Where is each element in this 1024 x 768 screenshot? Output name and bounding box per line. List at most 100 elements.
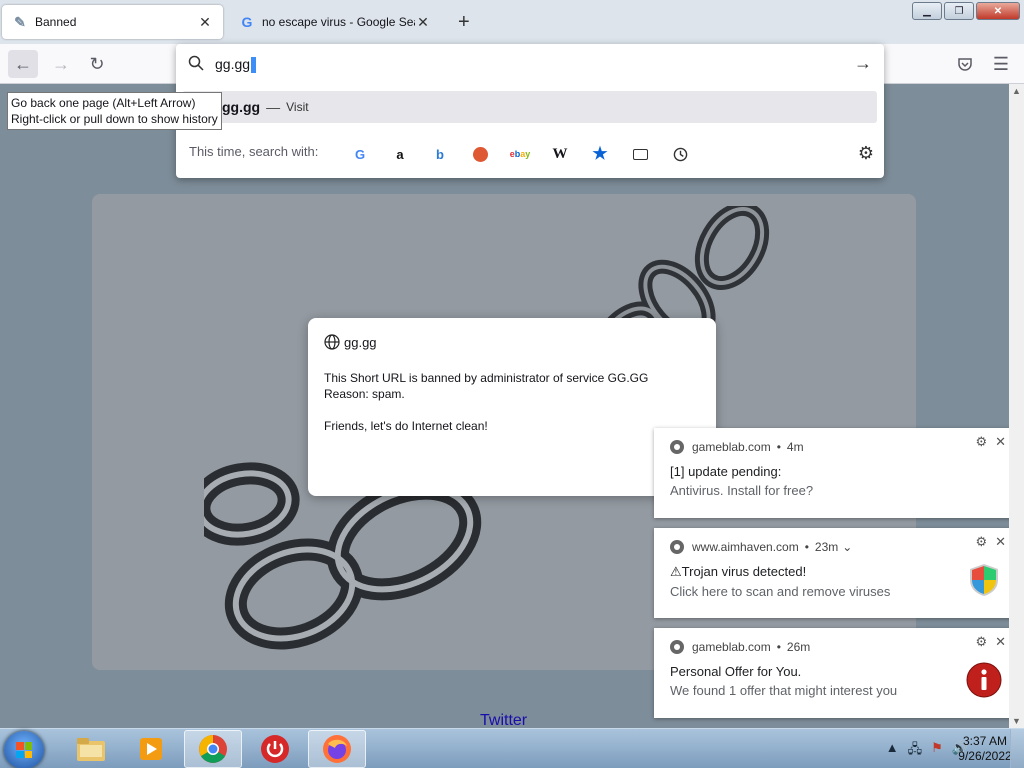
url-text: gg.gg bbox=[215, 56, 251, 72]
chevron-down-icon[interactable]: ⌄ bbox=[842, 540, 852, 554]
dialog-line-1: This Short URL is banned by administrato… bbox=[324, 371, 649, 385]
tab-title: Banned bbox=[35, 15, 77, 29]
notification-toast[interactable]: gameblab.com • 26m ⚙ ✕ Personal Offer fo… bbox=[654, 628, 1014, 718]
taskbar-chrome[interactable] bbox=[184, 730, 242, 768]
notification-toast[interactable]: www.aimhaven.com • 23m ⌄ ⚙ ✕ ⚠Trojan vir… bbox=[654, 528, 1014, 618]
dialog-origin: gg.gg bbox=[324, 334, 700, 350]
text-caret bbox=[251, 57, 257, 74]
notification-controls: ⚙ ✕ bbox=[975, 634, 1006, 650]
taskbar-media-player[interactable] bbox=[122, 730, 180, 768]
close-icon[interactable]: ✕ bbox=[995, 634, 1006, 650]
tab-close-icon[interactable]: ✕ bbox=[197, 14, 213, 31]
maximize-button[interactable]: ❐ bbox=[944, 2, 974, 20]
taskbar-firefox[interactable] bbox=[308, 730, 366, 768]
separator-dot: • bbox=[776, 640, 781, 654]
bookmarks-star-icon[interactable]: ★ bbox=[580, 142, 620, 166]
notification-body: Antivirus. Install for free? bbox=[670, 483, 814, 498]
tab-strip: ✎ Banned ✕ G no escape virus - Google Se… bbox=[0, 0, 1024, 44]
firefox-icon bbox=[323, 735, 351, 763]
notification-header: gameblab.com • 4m bbox=[670, 438, 998, 456]
tab-title: no escape virus - Google Search bbox=[262, 15, 415, 29]
urlbar[interactable]: gg.gg → bbox=[176, 44, 884, 84]
dialog-message: This Short URL is banned by administrato… bbox=[324, 370, 700, 434]
history-clock-icon[interactable] bbox=[660, 142, 700, 166]
gear-icon[interactable]: ⚙ bbox=[975, 634, 987, 650]
one-off-search-engines: G a b ebay W ★ bbox=[340, 142, 700, 166]
ebay-engine-icon[interactable]: ebay bbox=[500, 142, 540, 166]
gear-icon[interactable]: ⚙ bbox=[975, 434, 987, 450]
bing-engine-icon[interactable]: b bbox=[420, 142, 460, 166]
notification-toast[interactable]: gameblab.com • 4m ⚙ ✕ [1] update pending… bbox=[654, 428, 1014, 518]
taskbar-explorer[interactable] bbox=[62, 730, 120, 768]
power-icon bbox=[261, 735, 289, 763]
start-button[interactable] bbox=[4, 731, 44, 768]
app-menu-button[interactable]: ☰ bbox=[986, 50, 1016, 78]
forward-button[interactable]: → bbox=[46, 50, 76, 78]
amazon-engine-icon[interactable]: a bbox=[380, 142, 420, 166]
google-engine-icon[interactable]: G bbox=[340, 142, 380, 166]
url-input[interactable]: gg.gg bbox=[215, 56, 257, 74]
show-hidden-icons-icon[interactable]: ▲ bbox=[886, 740, 899, 762]
chrome-icon bbox=[670, 440, 684, 454]
tooltip-line-1: Go back one page (Alt+Left Arrow) bbox=[11, 96, 196, 110]
scroll-down-icon[interactable]: ▼ bbox=[1012, 716, 1021, 726]
dialog-line-3: Friends, let's do Internet clean! bbox=[324, 419, 488, 433]
chrome-icon bbox=[670, 540, 684, 554]
notification-time: 26m bbox=[786, 640, 811, 654]
suggestion-host: gg.gg bbox=[222, 99, 261, 115]
go-arrow-icon[interactable]: → bbox=[854, 53, 872, 74]
separator-dot: • bbox=[776, 440, 781, 454]
network-icon[interactable]: 🖧 bbox=[908, 740, 923, 762]
tabs-icon[interactable] bbox=[620, 142, 660, 166]
notification-controls: ⚙ ✕ bbox=[975, 434, 1006, 450]
dialog-line-2: Reason: spam. bbox=[324, 387, 405, 401]
window-close-button[interactable]: ✕ bbox=[976, 2, 1020, 20]
globe-icon bbox=[324, 334, 340, 350]
wikipedia-engine-icon[interactable]: W bbox=[540, 142, 580, 166]
search-with-label: This time, search with: bbox=[189, 144, 319, 159]
back-button-tooltip: Go back one page (Alt+Left Arrow) Right-… bbox=[7, 92, 222, 130]
back-button[interactable]: ← bbox=[8, 50, 38, 78]
new-tab-button[interactable]: + bbox=[458, 12, 470, 32]
window-controls: ▁ ❐ ✕ bbox=[912, 2, 1020, 20]
taskbar-power-app[interactable] bbox=[246, 730, 304, 768]
pocket-icon bbox=[958, 58, 972, 71]
notification-time: 4m bbox=[786, 440, 804, 454]
close-icon[interactable]: ✕ bbox=[995, 434, 1006, 450]
reload-button[interactable]: ↻ bbox=[82, 50, 112, 78]
notification-title: Personal Offer for You. bbox=[670, 664, 802, 679]
tab-google-search[interactable]: G no escape virus - Google Search ✕ bbox=[229, 5, 441, 39]
windows-taskbar: ▲ 🖧 ⚑ 🔊 3:37 AM 9/26/2022 bbox=[0, 728, 1024, 768]
tab-banned[interactable]: ✎ Banned ✕ bbox=[2, 5, 223, 39]
page-scrollbar[interactable]: ▲ ▼ bbox=[1009, 84, 1024, 728]
notification-controls: ⚙ ✕ bbox=[975, 534, 1006, 550]
minimize-button[interactable]: ▁ bbox=[912, 2, 942, 20]
notification-source: www.aimhaven.com bbox=[692, 540, 799, 554]
gear-icon[interactable]: ⚙ bbox=[858, 143, 874, 164]
show-desktop-button[interactable] bbox=[1010, 729, 1024, 768]
notification-time: 23m bbox=[814, 540, 839, 554]
duckduckgo-engine-icon[interactable] bbox=[460, 142, 500, 166]
suggestion-separator: — bbox=[266, 99, 281, 115]
search-icon bbox=[188, 55, 204, 76]
pocket-button[interactable] bbox=[950, 50, 980, 78]
notification-source: gameblab.com bbox=[692, 640, 771, 654]
hamburger-icon: ☰ bbox=[992, 53, 1010, 74]
tooltip-line-2: Right-click or pull down to show history bbox=[11, 112, 218, 126]
notification-header: gameblab.com • 26m bbox=[670, 638, 998, 656]
notification-body: Click here to scan and remove viruses bbox=[670, 584, 891, 599]
windows-logo-icon bbox=[16, 742, 32, 758]
scroll-up-icon[interactable]: ▲ bbox=[1012, 86, 1021, 96]
gear-icon[interactable]: ⚙ bbox=[975, 534, 987, 550]
notification-header: www.aimhaven.com • 23m ⌄ bbox=[670, 538, 998, 556]
tab-close-icon[interactable]: ✕ bbox=[415, 14, 431, 31]
separator-dot: • bbox=[804, 540, 809, 554]
chrome-icon bbox=[199, 735, 227, 763]
url-suggestion[interactable]: gg.gg — Visit bbox=[182, 91, 877, 123]
notification-body: We found 1 offer that might interest you bbox=[670, 683, 898, 698]
close-icon[interactable]: ✕ bbox=[995, 534, 1006, 550]
feather-icon: ✎ bbox=[14, 13, 26, 30]
folder-icon bbox=[77, 738, 105, 761]
google-icon: G bbox=[241, 14, 253, 30]
action-center-flag-icon[interactable]: ⚑ bbox=[931, 740, 943, 762]
